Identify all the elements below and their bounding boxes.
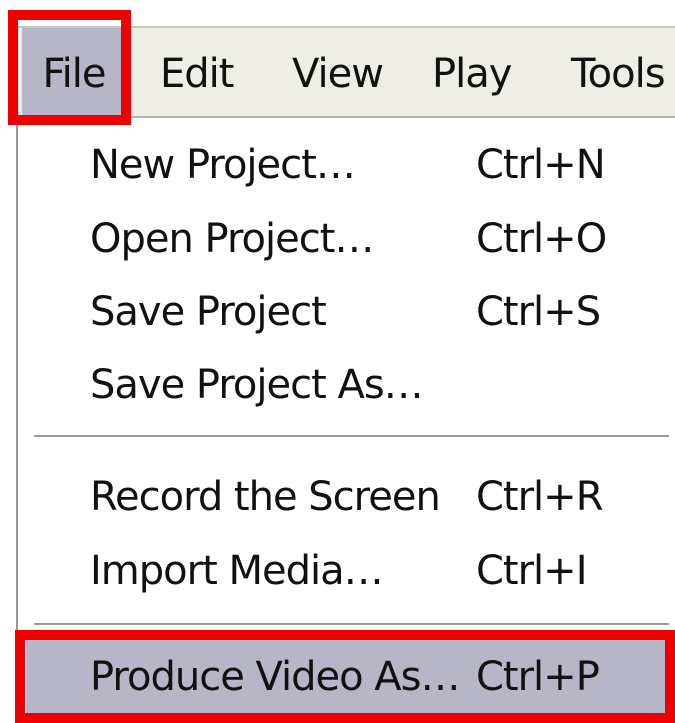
menu-separator — [34, 623, 669, 627]
menu-item-save-project-as[interactable]: Save Project As… — [18, 348, 675, 422]
menu-item-shortcut: Ctrl+R — [476, 474, 603, 520]
menu-item-label: Save Project — [90, 289, 327, 335]
menu-item-produce-video-as[interactable]: Produce Video As… Ctrl+P — [26, 640, 666, 714]
menu-edit[interactable]: Edit — [160, 28, 234, 116]
menu-item-label: Import Media… — [90, 548, 384, 594]
menu-bar: File Edit View Play Tools — [16, 26, 675, 118]
menu-item-shortcut: Ctrl+O — [476, 216, 607, 262]
menu-play[interactable]: Play — [432, 28, 512, 116]
menu-item-save-project[interactable]: Save Project Ctrl+S — [18, 275, 675, 349]
menu-item-label: Produce Video As… — [90, 654, 461, 700]
menu-separator — [34, 435, 669, 439]
menu-tools[interactable]: Tools — [571, 28, 666, 116]
menu-item-shortcut: Ctrl+I — [476, 548, 587, 594]
screenshot-stage: File Edit View Play Tools New Project… C… — [0, 0, 675, 723]
menu-item-label: Open Project… — [90, 216, 374, 262]
menu-item-shortcut: Ctrl+S — [476, 289, 601, 335]
menu-item-label: New Project… — [90, 142, 356, 188]
menu-file[interactable]: File — [22, 28, 126, 116]
menu-item-new-project[interactable]: New Project… Ctrl+N — [18, 128, 675, 202]
file-dropdown-menu: New Project… Ctrl+N Open Project… Ctrl+O… — [16, 118, 675, 723]
menu-item-label: Save Project As… — [90, 362, 424, 408]
menu-item-record-the-screen[interactable]: Record the Screen Ctrl+R — [18, 460, 675, 534]
menu-item-shortcut: Ctrl+N — [476, 142, 606, 188]
menu-item-open-project[interactable]: Open Project… Ctrl+O — [18, 202, 675, 276]
menu-item-shortcut: Ctrl+P — [476, 654, 600, 700]
menu-view[interactable]: View — [292, 28, 384, 116]
menu-item-label: Record the Screen — [90, 474, 441, 520]
menu-item-import-media[interactable]: Import Media… Ctrl+I — [18, 534, 675, 608]
